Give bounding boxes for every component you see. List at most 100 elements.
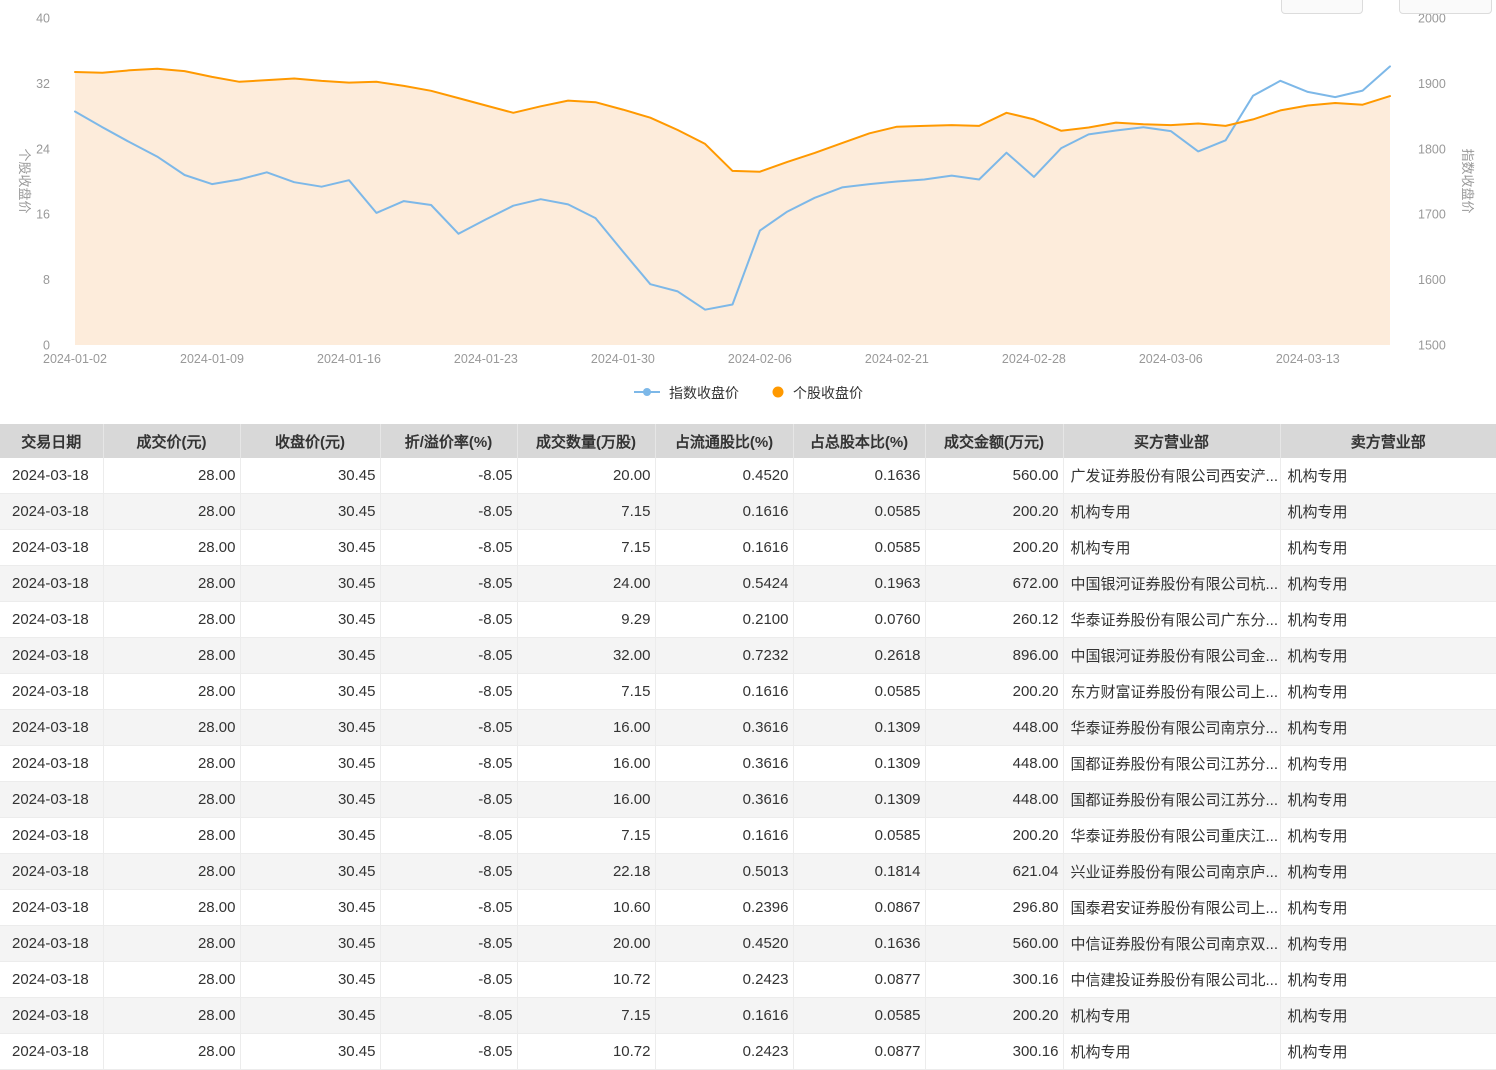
toolbar-button-left[interactable] [1281, 0, 1363, 14]
cell-amount: 296.80 [925, 890, 1063, 926]
cell-seller-branch: 机构专用 [1280, 746, 1496, 782]
cell-seller-branch: 机构专用 [1280, 602, 1496, 638]
cell-float-share-ratio: 0.1616 [655, 530, 793, 566]
cell-close-price: 30.45 [240, 1034, 380, 1070]
cell-close-price: 30.45 [240, 962, 380, 998]
cell-float-share-ratio: 0.2423 [655, 962, 793, 998]
cell-deal-price: 28.00 [103, 962, 240, 998]
cell-total-share-ratio: 0.0585 [793, 818, 925, 854]
cell-premium-rate: -8.05 [380, 890, 517, 926]
cell-amount: 560.00 [925, 926, 1063, 962]
cell-close-price: 30.45 [240, 998, 380, 1034]
cell-seller-branch: 机构专用 [1280, 710, 1496, 746]
cell-trade-date: 2024-03-18 [0, 746, 103, 782]
cell-trade-date: 2024-03-18 [0, 818, 103, 854]
x-axis-tick: 2024-01-16 [317, 352, 381, 366]
cell-trade-date: 2024-03-18 [0, 458, 103, 494]
table-row: 2024-03-1828.0030.45-8.057.150.16160.058… [0, 674, 1496, 710]
cell-amount: 448.00 [925, 710, 1063, 746]
cell-buyer-branch: 中国银河证券股份有限公司杭... [1063, 566, 1280, 602]
table-row: 2024-03-1828.0030.45-8.0516.000.36160.13… [0, 782, 1496, 818]
right-axis-tick: 1700 [1418, 208, 1446, 222]
cell-amount: 200.20 [925, 494, 1063, 530]
col-header-float-share-ratio: 占流通股比(%) [655, 424, 793, 458]
table-row: 2024-03-1828.0030.45-8.0520.000.45200.16… [0, 926, 1496, 962]
cell-seller-branch: 机构专用 [1280, 998, 1496, 1034]
cell-close-price: 30.45 [240, 710, 380, 746]
table-row: 2024-03-1828.0030.45-8.057.150.16160.058… [0, 530, 1496, 566]
cell-deal-price: 28.00 [103, 1034, 240, 1070]
x-axis-tick: 2024-03-06 [1139, 352, 1203, 366]
cell-premium-rate: -8.05 [380, 998, 517, 1034]
cell-volume: 24.00 [517, 566, 655, 602]
cell-seller-branch: 机构专用 [1280, 854, 1496, 890]
col-header-total-share-ratio: 占总股本比(%) [793, 424, 925, 458]
cell-amount: 621.04 [925, 854, 1063, 890]
cell-trade-date: 2024-03-18 [0, 602, 103, 638]
legend-item-index-close[interactable]: 指数收盘价 [633, 383, 739, 403]
cell-seller-branch: 机构专用 [1280, 926, 1496, 962]
cell-premium-rate: -8.05 [380, 1034, 517, 1070]
cell-buyer-branch: 国都证券股份有限公司江苏分... [1063, 782, 1280, 818]
cell-premium-rate: -8.05 [380, 746, 517, 782]
legend-dot-marker-icon [771, 385, 785, 401]
cell-trade-date: 2024-03-18 [0, 710, 103, 746]
cell-float-share-ratio: 0.1616 [655, 998, 793, 1034]
x-axis-tick: 2024-01-23 [454, 352, 518, 366]
cell-total-share-ratio: 0.0585 [793, 494, 925, 530]
cell-premium-rate: -8.05 [380, 962, 517, 998]
cell-total-share-ratio: 0.0867 [793, 890, 925, 926]
x-axis-tick: 2024-02-06 [728, 352, 792, 366]
cell-seller-branch: 机构专用 [1280, 890, 1496, 926]
cell-float-share-ratio: 0.7232 [655, 638, 793, 674]
cell-amount: 448.00 [925, 782, 1063, 818]
cell-volume: 7.15 [517, 998, 655, 1034]
cell-volume: 20.00 [517, 926, 655, 962]
cell-premium-rate: -8.05 [380, 602, 517, 638]
cell-deal-price: 28.00 [103, 710, 240, 746]
legend-label: 指数收盘价 [669, 383, 739, 403]
cell-seller-branch: 机构专用 [1280, 566, 1496, 602]
cell-premium-rate: -8.05 [380, 854, 517, 890]
cell-trade-date: 2024-03-18 [0, 854, 103, 890]
cell-deal-price: 28.00 [103, 890, 240, 926]
cell-amount: 672.00 [925, 566, 1063, 602]
cell-buyer-branch: 广发证券股份有限公司西安浐... [1063, 458, 1280, 494]
cell-deal-price: 28.00 [103, 494, 240, 530]
dual-axis-line-chart: 08162432401500160017001800190020002024-0… [0, 0, 1496, 415]
cell-seller-branch: 机构专用 [1280, 818, 1496, 854]
table-row: 2024-03-1828.0030.45-8.0516.000.36160.13… [0, 710, 1496, 746]
cell-trade-date: 2024-03-18 [0, 530, 103, 566]
cell-deal-price: 28.00 [103, 566, 240, 602]
table-row: 2024-03-1828.0030.45-8.0510.720.24230.08… [0, 962, 1496, 998]
cell-buyer-branch: 华泰证券股份有限公司广东分... [1063, 602, 1280, 638]
cell-premium-rate: -8.05 [380, 926, 517, 962]
cell-buyer-branch: 华泰证券股份有限公司南京分... [1063, 710, 1280, 746]
cell-seller-branch: 机构专用 [1280, 782, 1496, 818]
col-header-trade-date: 交易日期 [0, 424, 103, 458]
left-axis-tick: 16 [36, 208, 50, 222]
cell-volume: 20.00 [517, 458, 655, 494]
cell-volume: 9.29 [517, 602, 655, 638]
toolbar-button-right[interactable] [1399, 0, 1492, 14]
x-axis-tick: 2024-01-30 [591, 352, 655, 366]
cell-trade-date: 2024-03-18 [0, 494, 103, 530]
cell-float-share-ratio: 0.5424 [655, 566, 793, 602]
cell-amount: 200.20 [925, 998, 1063, 1034]
cell-volume: 10.60 [517, 890, 655, 926]
cell-total-share-ratio: 0.1309 [793, 782, 925, 818]
cell-total-share-ratio: 0.1309 [793, 710, 925, 746]
cell-volume: 16.00 [517, 746, 655, 782]
cell-volume: 22.18 [517, 854, 655, 890]
table-row: 2024-03-1828.0030.45-8.0510.600.23960.08… [0, 890, 1496, 926]
cell-float-share-ratio: 0.4520 [655, 458, 793, 494]
block-trade-table: 交易日期成交价(元)收盘价(元)折/溢价率(%)成交数量(万股)占流通股比(%)… [0, 424, 1496, 1070]
cell-seller-branch: 机构专用 [1280, 674, 1496, 710]
cell-amount: 896.00 [925, 638, 1063, 674]
cell-buyer-branch: 机构专用 [1063, 1034, 1280, 1070]
cell-trade-date: 2024-03-18 [0, 782, 103, 818]
price-chart-section: 08162432401500160017001800190020002024-0… [0, 0, 1496, 415]
cell-seller-branch: 机构专用 [1280, 1034, 1496, 1070]
cell-amount: 200.20 [925, 818, 1063, 854]
legend-item-stock-close[interactable]: 个股收盘价 [771, 383, 863, 403]
